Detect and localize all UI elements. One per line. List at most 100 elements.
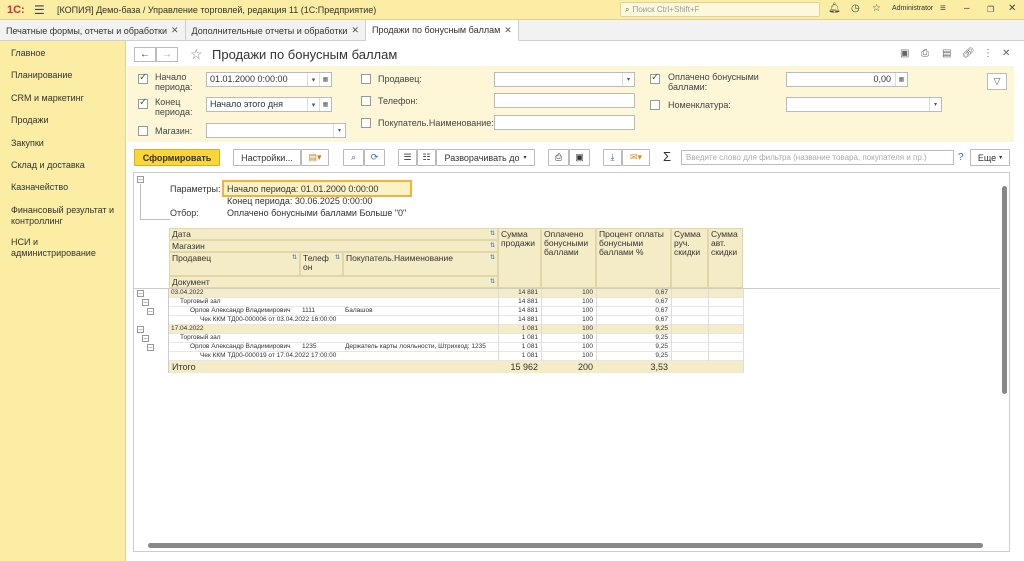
buyer-checkbox[interactable] <box>361 118 371 128</box>
menu-icon[interactable]: ☰ <box>34 3 48 17</box>
bonus-paid-field[interactable]: 0,00 ▦ <box>786 72 908 87</box>
sidebar-item-warehouse[interactable]: Склад и доставка <box>11 160 121 171</box>
start-period-field[interactable]: 01.01.2000 0:00:00 ▾ ▦ <box>206 72 332 87</box>
total-sum: 15 962 <box>510 362 538 372</box>
collapse-params-icon[interactable]: – <box>137 176 144 183</box>
title-bar: 1С: ☰ [КОПИЯ] Демо-база / Управление тор… <box>0 0 1024 20</box>
send-email-button[interactable]: ✉▾ <box>622 149 650 166</box>
bell-icon[interactable]: 🔔︎ <box>828 3 841 14</box>
report-spreadsheet[interactable]: – Параметры: Начало периода: 01.01.2000 … <box>133 172 1010 552</box>
horizontal-scrollbar[interactable] <box>140 542 1000 549</box>
save-to-file-button[interactable]: ⤓ <box>603 149 622 166</box>
close-window-icon[interactable]: ✕ <box>1008 3 1016 14</box>
close-tab-icon[interactable]: ✕ <box>351 25 359 36</box>
filter-value: Оплачено бонусными баллами Больше "0" <box>227 208 407 218</box>
filter-settings-button[interactable]: ▽ <box>987 73 1007 90</box>
collapse-row-icon[interactable]: – <box>147 308 154 315</box>
phone-field[interactable] <box>494 93 635 108</box>
preview-icon: ▣ <box>575 152 584 162</box>
more-button[interactable]: Еще ▾ <box>970 149 1010 166</box>
navigation-buttons: ← → <box>134 47 178 62</box>
calendar-icon[interactable]: ▦ <box>319 73 331 86</box>
seller-checkbox[interactable] <box>361 74 371 84</box>
find-next-button[interactable]: ⟳ <box>364 149 385 166</box>
global-search-input[interactable]: ⌕ Поиск Ctrl+Shift+F <box>620 2 820 17</box>
settings-button[interactable]: Настройки... <box>233 149 301 166</box>
end-period-checkbox[interactable] <box>138 97 148 109</box>
buyer-field[interactable] <box>494 115 635 130</box>
group-button[interactable]: ☰ <box>398 149 417 166</box>
dropdown-icon[interactable]: ▾ <box>307 73 319 86</box>
sidebar-item-sales[interactable]: Продажи <box>11 115 121 126</box>
sidebar-item-nsi-admin[interactable]: НСИ и администрирование <box>11 237 121 259</box>
variants-button[interactable]: ▤▾ <box>301 149 329 166</box>
collapse-row-icon[interactable]: – <box>147 344 154 351</box>
sidebar-item-main[interactable]: Главное <box>11 48 121 59</box>
collapse-row-icon[interactable]: – <box>137 290 144 297</box>
sidebar-item-financial-result[interactable]: Финансовый результат и контроллинг <box>11 205 121 227</box>
tab-print-forms[interactable]: Печатные формы, отчеты и обработки ✕ <box>0 20 186 41</box>
dropdown-icon[interactable]: ▾ <box>307 98 319 111</box>
dropdown-icon[interactable]: ▾ <box>333 124 345 137</box>
tab-bonus-sales[interactable]: Продажи по бонусным баллам ✕ <box>366 20 519 41</box>
ungroup-icon: ☷ <box>422 152 431 162</box>
help-button[interactable]: ? <box>958 152 964 163</box>
vertical-scrollbar[interactable] <box>1001 174 1009 550</box>
seller-field[interactable]: ▾ <box>494 72 635 87</box>
bonus-paid-label: Оплачено бонусными баллами: <box>668 72 759 92</box>
restore-icon[interactable]: ❐ <box>987 5 994 14</box>
nomenclature-checkbox[interactable] <box>650 100 660 110</box>
find-button[interactable]: ⌕ <box>343 149 364 166</box>
row-bonus: 100 <box>582 307 593 314</box>
more-actions-icon[interactable]: ⋮ <box>983 48 993 59</box>
header-auto-discount: Сумма авт. скидки <box>708 228 743 288</box>
report-filter-input[interactable]: Введите слово для фильтра (название това… <box>681 150 954 165</box>
collapse-row-icon[interactable]: – <box>137 326 144 333</box>
sidebar-item-purchases[interactable]: Закупки <box>11 138 121 149</box>
back-button[interactable]: ← <box>134 47 156 62</box>
forward-button[interactable]: → <box>156 47 178 62</box>
user-name[interactable]: Administrator <box>892 5 933 12</box>
buyer-label: Покупатель.Наименование: <box>378 118 494 128</box>
funnel-icon: ▽ <box>993 76 1001 86</box>
collapse-row-icon[interactable]: – <box>142 299 149 306</box>
close-form-icon[interactable]: ✕ <box>1002 48 1010 59</box>
header-phone: Телеф он ⇅ <box>300 252 343 276</box>
ungroup-button[interactable]: ☷ <box>417 149 436 166</box>
calculator-icon[interactable]: ▦ <box>895 73 907 86</box>
preview-icon[interactable]: ▤ <box>942 48 951 59</box>
generate-button[interactable]: Сформировать <box>134 149 220 166</box>
expand-to-button[interactable]: Разворачивать до ▾ <box>436 149 535 166</box>
row-sum: 1 081 <box>521 343 538 350</box>
print-preview-button[interactable]: ▣ <box>569 149 590 166</box>
save-icon[interactable]: ▣ <box>900 48 909 59</box>
favorites-star-icon[interactable]: ☆ <box>872 3 881 14</box>
dropdown-icon[interactable]: ▾ <box>929 98 941 111</box>
start-period-checkbox[interactable] <box>138 72 148 84</box>
print-button[interactable]: ⎙ <box>548 149 569 166</box>
collapse-row-icon[interactable]: – <box>142 335 149 342</box>
sidebar-item-treasury[interactable]: Казначейство <box>11 182 121 193</box>
minimize-icon[interactable]: – <box>964 3 970 14</box>
settings-menu-icon[interactable]: ≡ <box>940 3 946 14</box>
calendar-icon[interactable]: ▦ <box>319 98 331 111</box>
tab-additional-reports[interactable]: Дополнительные отчеты и обработки ✕ <box>186 20 366 41</box>
store-field[interactable]: ▾ <box>206 123 346 138</box>
row-label: Чек ККМ ТД00-000006 от 03.04.2022 16:00:… <box>200 316 337 323</box>
phone-checkbox[interactable] <box>361 96 371 106</box>
link-icon[interactable]: 🔗︎ <box>962 48 975 59</box>
bonus-paid-checkbox[interactable] <box>650 72 660 84</box>
sidebar-item-planning[interactable]: Планирование <box>11 70 121 81</box>
store-checkbox[interactable] <box>138 126 148 136</box>
sigma-icon[interactable]: Σ <box>663 149 671 164</box>
nomenclature-field[interactable]: ▾ <box>786 97 942 112</box>
dropdown-icon[interactable]: ▾ <box>622 73 634 86</box>
end-period-field[interactable]: Начало этого дня ▾ ▦ <box>206 97 332 112</box>
print-icon[interactable]: ⎙ <box>921 48 929 59</box>
close-tab-icon[interactable]: ✕ <box>504 25 512 36</box>
row-label: Торговый зал <box>180 334 221 341</box>
history-icon[interactable]: ◷ <box>851 3 860 14</box>
favorite-star-icon[interactable]: ☆ <box>190 46 203 63</box>
sidebar-item-crm[interactable]: CRM и маркетинг <box>11 93 121 104</box>
close-tab-icon[interactable]: ✕ <box>171 25 179 36</box>
